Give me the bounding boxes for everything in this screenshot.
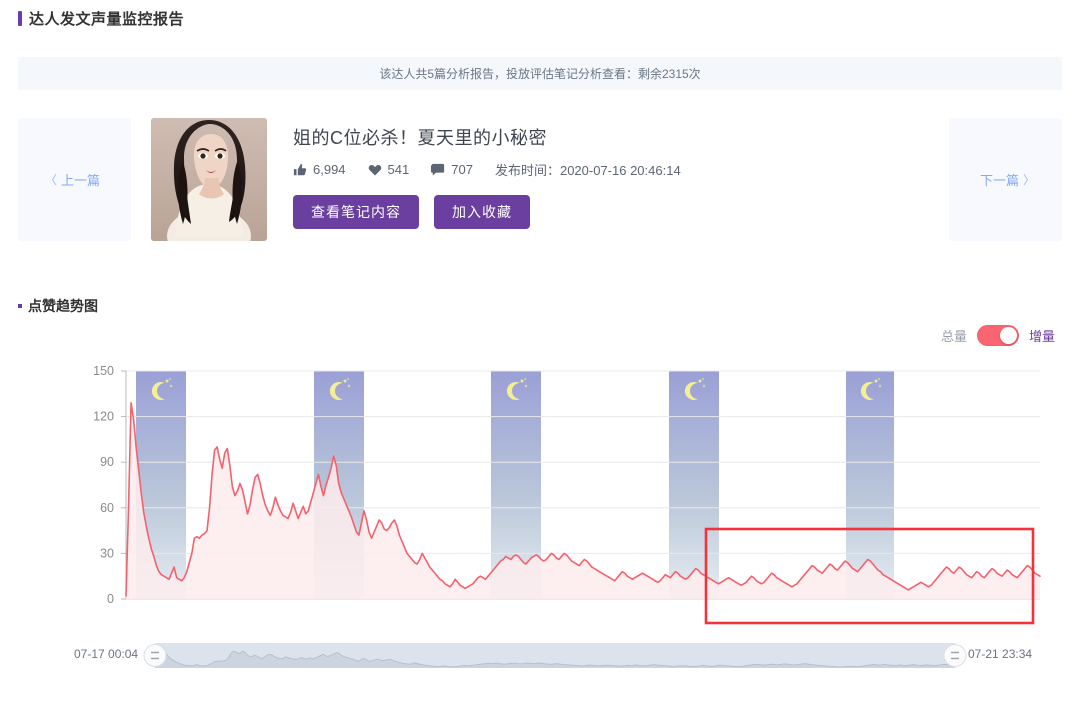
note-stats: 6,994 541 707 发布时间：2020-07-16 20:46:14 <box>293 160 932 179</box>
chevron-right-icon: 〉 <box>1023 173 1036 187</box>
title-accent-bar <box>18 11 22 26</box>
chart-range-slider[interactable]: 07-17 00:04 07-21 23:34 <box>0 638 1080 674</box>
y-axis-tick-label: 30 <box>100 546 114 560</box>
comment-icon <box>431 163 445 177</box>
notice-text: 该达人共5篇分析报告，投放评估笔记分析查看：剩余2315次 <box>379 67 701 81</box>
next-note-button[interactable]: 下一篇 〉 <box>949 118 1062 241</box>
toggle-label-increment[interactable]: 增量 <box>1029 326 1055 345</box>
brush-handle-left[interactable] <box>143 644 167 667</box>
heart-icon <box>368 163 382 177</box>
favorite-stat: 541 <box>368 162 410 177</box>
notice-banner: 该达人共5篇分析报告，投放评估笔记分析查看：剩余2315次 <box>18 57 1062 90</box>
range-start-label: 07-17 00:04 <box>74 647 139 661</box>
toggle-knob <box>999 327 1017 344</box>
next-note-label: 下一篇 <box>979 173 1019 188</box>
note-actions: 查看笔记内容 加入收藏 <box>293 195 932 229</box>
section-bullet-icon <box>18 304 22 308</box>
add-favorite-button[interactable]: 加入收藏 <box>434 195 530 229</box>
y-axis-tick-label: 60 <box>100 501 114 515</box>
page-title-text: 达人发文声量监控报告 <box>29 11 185 28</box>
note-thumbnail[interactable] <box>151 118 267 241</box>
prev-note-label: 上一篇 <box>61 173 101 188</box>
comment-count: 707 <box>451 162 473 177</box>
like-trend-chart[interactable]: 0 30 60 90 120 150 <box>0 355 1080 645</box>
section-title: 点赞趋势图 <box>18 296 98 316</box>
toggle-switch[interactable] <box>976 325 1019 346</box>
y-axis-tick-label: 0 <box>107 592 114 606</box>
publish-time-value: 2020-07-16 20:46:14 <box>559 163 681 178</box>
note-card: 〈 上一篇 姐的C位必杀！夏天里的小秘密 6,994 541 707 发布时间：… <box>18 110 1062 250</box>
favorite-count: 541 <box>387 162 410 177</box>
metric-toggle[interactable]: 总量 增量 <box>941 325 1055 346</box>
section-title-text: 点赞趋势图 <box>28 298 98 314</box>
page-title: 达人发文声量监控报告 <box>18 8 184 29</box>
comment-stat: 707 <box>431 162 473 177</box>
thumbs-up-icon <box>293 163 307 177</box>
brush-handle-right[interactable] <box>943 644 967 667</box>
view-note-button[interactable]: 查看笔记内容 <box>293 195 419 229</box>
series-area <box>126 402 1040 599</box>
range-end-label: 07-21 23:34 <box>968 647 1033 661</box>
publish-time: 发布时间：2020-07-16 20:46:14 <box>495 160 681 179</box>
chevron-left-icon: 〈 <box>44 173 57 187</box>
report-page: 达人发文声量监控报告 该达人共5篇分析报告，投放评估笔记分析查看：剩余2315次… <box>0 0 1080 701</box>
night-band <box>669 371 719 599</box>
publish-time-label: 发布时间： <box>494 163 560 178</box>
y-axis-tick-label: 150 <box>93 364 114 378</box>
toggle-label-total[interactable]: 总量 <box>941 326 967 345</box>
like-stat: 6,994 <box>293 162 346 177</box>
y-axis-tick-label: 120 <box>93 410 114 424</box>
prev-note-button[interactable]: 〈 上一篇 <box>18 118 131 241</box>
note-title: 姐的C位必杀！夏天里的小秘密 <box>293 128 547 148</box>
like-count: 6,994 <box>313 162 346 177</box>
y-axis-tick-label: 90 <box>100 455 114 469</box>
note-info: 姐的C位必杀！夏天里的小秘密 6,994 541 707 发布时间：2020-0… <box>293 124 932 229</box>
